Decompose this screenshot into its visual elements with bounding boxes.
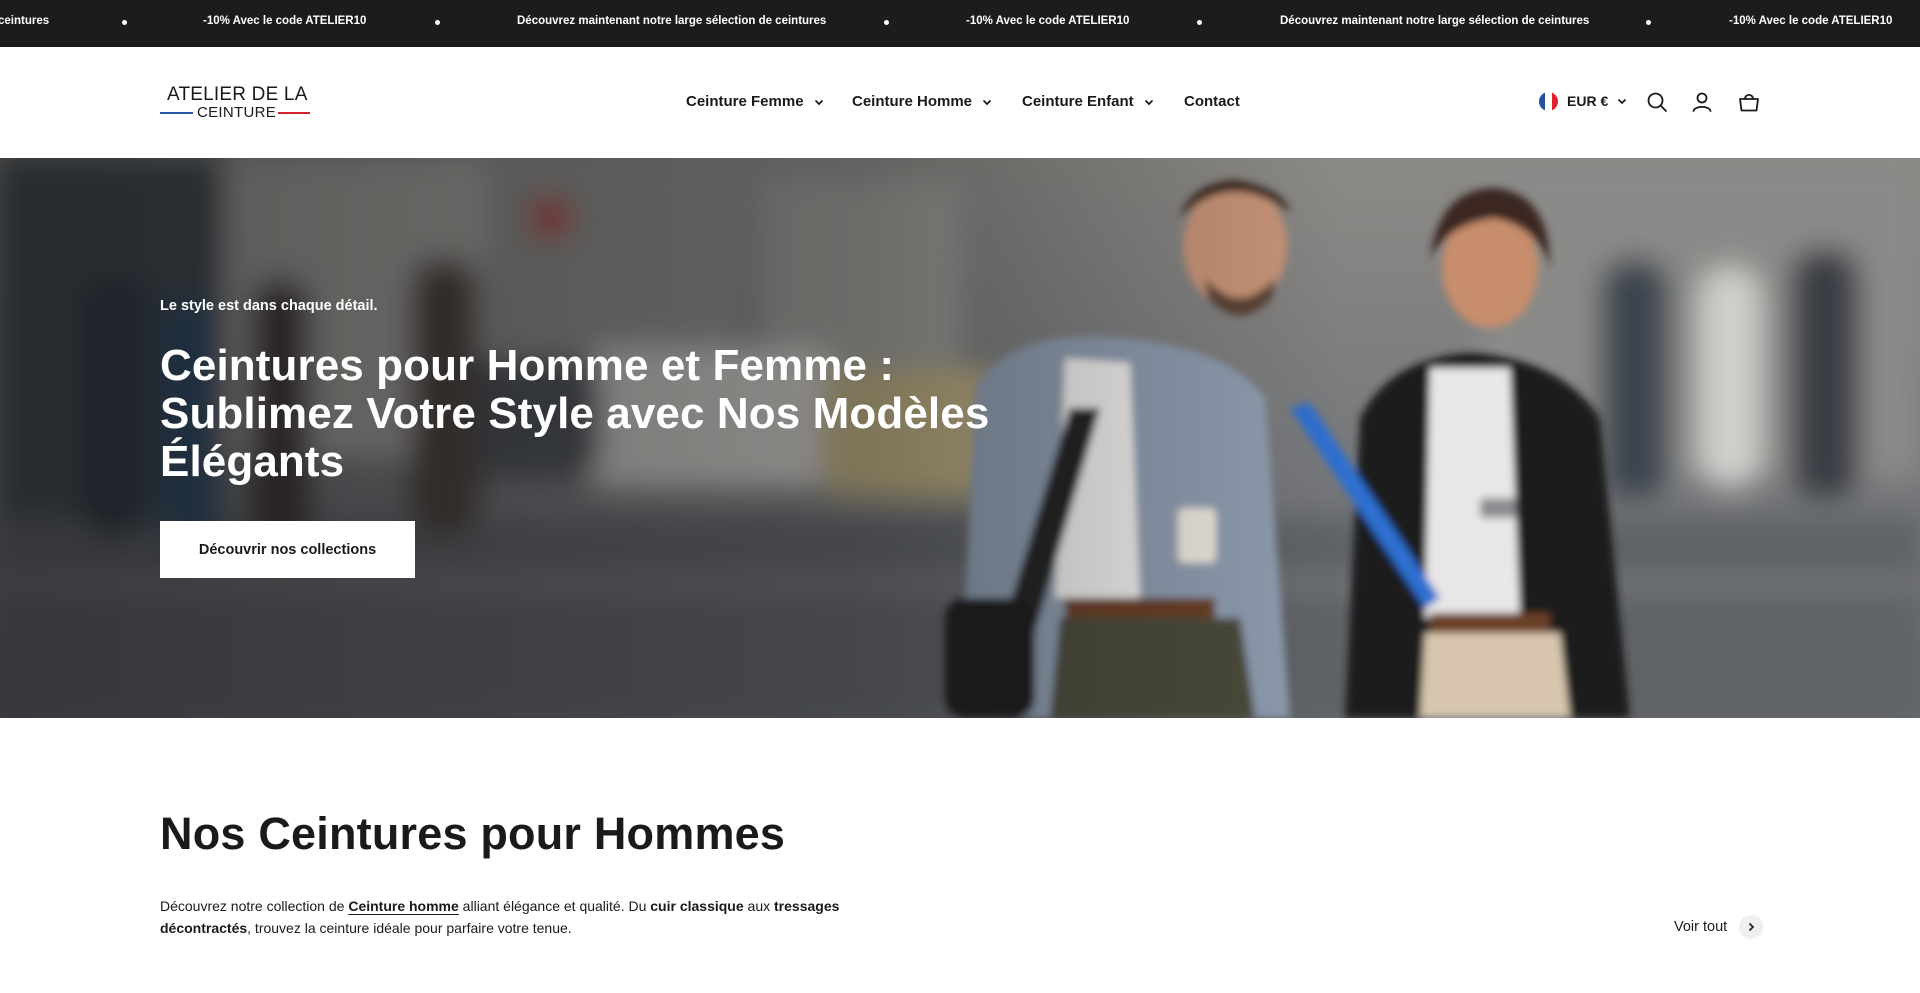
announcement-text: -10% Avec le code ATELIER10 <box>966 15 1130 27</box>
currency-label: EUR € <box>1567 93 1609 109</box>
announcement-text: Découvrez maintenant notre large sélecti… <box>517 15 827 27</box>
desc-text: , trouvez la ceinture idéale pour parfai… <box>247 920 572 936</box>
see-all-circle <box>1739 915 1764 939</box>
site-logo[interactable]: ATELIER DE LA CEINTURE <box>160 84 310 121</box>
ceinture-homme-link[interactable]: Ceinture homme <box>348 898 458 914</box>
see-all-label: Voir tout <box>1674 919 1728 935</box>
flag-fr-icon[interactable] <box>1539 92 1558 111</box>
nav-item-contact[interactable]: Contact <box>1184 93 1240 110</box>
desc-text: alliant élégance et qualité. Du <box>458 898 651 914</box>
announcement-text: Découvrez maintenant notre large sélecti… <box>1280 15 1590 27</box>
discover-collections-button[interactable]: Découvrir nos collections <box>160 521 415 578</box>
chevron-down-icon <box>814 99 823 105</box>
section-description: Découvrez notre collection de Ceinture h… <box>160 895 860 939</box>
announcement-text: ceintures <box>0 15 50 27</box>
logo-line-2: CEINTURE <box>197 104 277 121</box>
chevron-right-icon <box>1749 922 1755 932</box>
nav-item-ceinture-homme[interactable]: Ceinture Homme <box>852 93 992 110</box>
currency-selector[interactable]: EUR € <box>1567 93 1627 109</box>
announcement-text: -10% Avec le code ATELIER10 <box>203 15 367 27</box>
nav-item-ceinture-enfant[interactable]: Ceinture Enfant <box>1022 93 1154 110</box>
nav-item-label: Ceinture Femme <box>686 93 804 110</box>
nav-item-ceinture-femme[interactable]: Ceinture Femme <box>686 93 824 110</box>
logo-line-2-wrap: CEINTURE <box>160 104 310 121</box>
announcement-track: ceintures -10% Avec le code ATELIER10 Dé… <box>0 0 1920 47</box>
hero-banner: Le style est dans chaque détail. Ceintur… <box>0 158 1920 718</box>
chevron-down-icon <box>1144 99 1153 105</box>
announcement-bar: ceintures -10% Avec le code ATELIER10 Dé… <box>0 0 1920 47</box>
search-icon[interactable] <box>1645 90 1669 114</box>
desc-text: Découvrez notre collection de <box>160 898 349 914</box>
announcement-separator <box>1197 20 1202 25</box>
see-all-link[interactable]: Voir tout <box>1674 915 1764 939</box>
nav-item-label: Ceinture Enfant <box>1022 93 1134 110</box>
announcement-separator <box>122 20 127 25</box>
chevron-down-icon <box>1618 98 1627 105</box>
nav-item-label: Ceinture Homme <box>852 93 973 110</box>
announcement-separator <box>884 20 889 25</box>
hero-title: Ceintures pour Homme et Femme : Sublimez… <box>160 341 990 486</box>
account-icon[interactable] <box>1690 90 1714 114</box>
hero-kicker: Le style est dans chaque détail. <box>160 298 378 314</box>
logo-red-line <box>278 112 310 114</box>
logo-line-1: ATELIER DE LA <box>167 84 308 105</box>
desc-bold: cuir classique <box>650 898 744 914</box>
cart-icon[interactable] <box>1737 90 1761 114</box>
announcement-separator <box>1646 20 1651 25</box>
announcement-separator <box>435 20 440 25</box>
desc-text: aux <box>743 898 775 914</box>
chevron-down-icon <box>982 99 992 105</box>
logo-blue-line <box>160 112 193 114</box>
section-title: Nos Ceintures pour Hommes <box>160 808 786 859</box>
announcement-text: -10% Avec le code ATELIER10 <box>1729 15 1893 27</box>
nav-item-label: Contact <box>1184 93 1240 110</box>
